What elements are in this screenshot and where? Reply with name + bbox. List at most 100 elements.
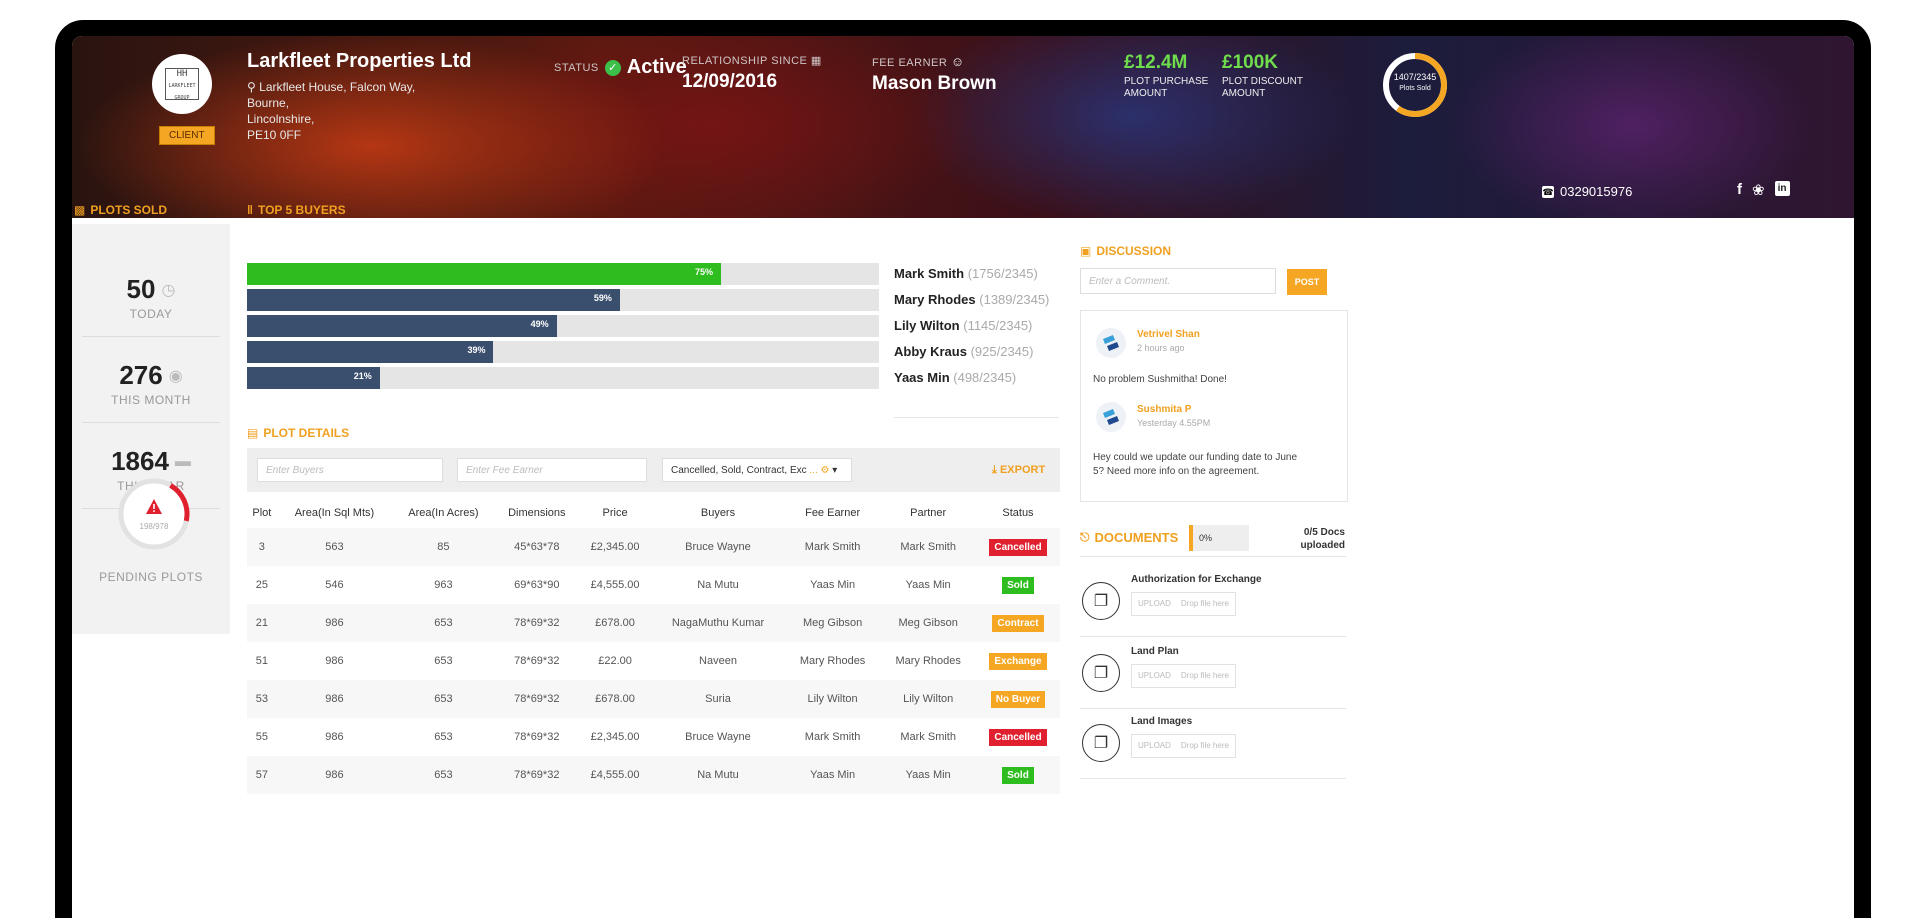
cell-buyer: Bruce Wayne	[685, 541, 751, 553]
calendar-icon: ▦	[810, 55, 822, 67]
status-badge: Sold	[1002, 766, 1034, 784]
linkedin-icon[interactable]: in	[1774, 181, 1790, 196]
table-row[interactable]: 21 986 653 78*69*32 £678.00 NagaMuthu Kumar Me…	[247, 604, 1060, 642]
fee-earner-label: FEE EARNER	[872, 57, 948, 69]
buyer-name[interactable]: Mark Smith (1756/2345)	[894, 266, 1038, 281]
plot-discount-value: £100K	[1222, 52, 1278, 73]
table-icon: ▤	[247, 426, 259, 440]
buyer-bar: 21%	[247, 367, 879, 389]
buyer-bar-percent: 39%	[467, 345, 486, 355]
message-time: Yesterday 4.55PM	[1137, 418, 1211, 428]
cell-dim: 78*69*32	[514, 655, 560, 667]
drop-file-zone[interactable]: Drop file here	[1181, 665, 1229, 687]
buyer-name[interactable]: Mary Rhodes (1389/2345)	[894, 292, 1049, 307]
column-header[interactable]: Dimensions	[495, 498, 579, 528]
table-row[interactable]: 3 563 85 45*63*78 £2,345.00 Bruce Wayne Mark S…	[247, 528, 1060, 566]
buyer-name[interactable]: Abby Kraus (925/2345)	[894, 344, 1033, 359]
column-header[interactable]: Plot	[247, 498, 277, 528]
cell-price: £22.00	[598, 655, 632, 667]
upload-button[interactable]: UPLOAD	[1138, 665, 1171, 687]
twitter-icon[interactable]: ❀	[1752, 181, 1765, 199]
export-label: EXPORT	[999, 464, 1046, 476]
folder-icon: ▬	[174, 452, 191, 470]
column-header[interactable]: Status	[976, 498, 1060, 528]
buyer-name-text: Abby Kraus	[894, 344, 967, 359]
plot-purchase-value: £12.4M	[1124, 52, 1188, 73]
document-upload-zone[interactable]: UPLOAD Drop file here	[1131, 664, 1236, 688]
cell-plot: 55	[255, 731, 268, 743]
buyer-name-text: Mary Rhodes	[894, 292, 976, 307]
export-button[interactable]: ⤓ EXPORT	[992, 464, 1045, 477]
check-icon: ✓	[604, 59, 621, 76]
column-header[interactable]: Fee Earner	[785, 498, 881, 528]
buyer-bar-percent: 75%	[695, 267, 714, 277]
stat-year-value: 1864	[111, 446, 169, 476]
status-badge: Sold	[1002, 576, 1034, 594]
company-address: ⚲ Larkfleet House, Falcon Way, Bourne, L…	[247, 79, 415, 143]
cell-dim: 78*69*32	[514, 731, 560, 743]
cell-partner: Mark Smith	[900, 541, 956, 553]
cell-plot: 57	[255, 769, 268, 781]
settings-icon: ... ⚙	[809, 465, 830, 476]
cell-sqm: 986	[325, 731, 344, 743]
document-upload-zone[interactable]: UPLOAD Drop file here	[1131, 734, 1236, 758]
drop-file-zone[interactable]: Drop file here	[1181, 593, 1229, 615]
divider	[1080, 556, 1346, 557]
table-row[interactable]: 25 546 963 69*63*90 £4,555.00 Na Mutu Yaas Min…	[247, 566, 1060, 604]
cell-fee: Meg Gibson	[802, 617, 863, 629]
cell-partner: Mary Rhodes	[895, 655, 961, 667]
column-header[interactable]: Buyers	[651, 498, 785, 528]
cell-fee: Mark Smith	[804, 731, 861, 743]
plots-sold-title: ▩ PLOTS SOLD	[74, 203, 167, 217]
column-header[interactable]: Area(In Sql Mts)	[277, 498, 392, 528]
status-badge: Contract	[992, 614, 1044, 632]
phone-number: 0329015976	[1560, 184, 1633, 199]
buyer-name-text: Lily Wilton	[894, 318, 960, 333]
facebook-icon[interactable]: f	[1737, 181, 1742, 199]
table-row[interactable]: 57 986 653 78*69*32 £4,555.00 Na Mutu Yaas Min…	[247, 756, 1060, 794]
comment-input[interactable]: Enter a Comment.	[1080, 268, 1276, 294]
buyer-count: (1389/2345)	[979, 292, 1050, 307]
cell-acres: 653	[434, 655, 453, 667]
status-block: STATUS ✓ Active	[554, 56, 687, 79]
message-author[interactable]: Sushmita P	[1137, 404, 1191, 415]
cell-status: Sold	[976, 756, 1060, 794]
status-value: Active	[626, 56, 687, 78]
phone-contact[interactable]: ☎ 0329015976	[1542, 184, 1632, 199]
buyer-name[interactable]: Yaas Min (498/2345)	[894, 370, 1016, 385]
message-line: 5? Need more info on the agreement.	[1093, 466, 1260, 477]
buyer-name[interactable]: Lily Wilton (1145/2345)	[894, 318, 1032, 333]
cell-plot: 51	[255, 655, 268, 667]
buyer-bar-fill	[247, 341, 494, 363]
cell-buyer: Suria	[705, 693, 731, 705]
cell-partner: Yaas Min	[905, 579, 951, 591]
upload-button[interactable]: UPLOAD	[1138, 735, 1171, 757]
cell-dim: 69*63*90	[514, 579, 560, 591]
buyers-filter-input[interactable]: Enter Buyers	[257, 458, 443, 482]
cell-sqm: 986	[325, 617, 344, 629]
column-header[interactable]: Area(In Acres)	[392, 498, 494, 528]
stat-month-label: THIS MONTH	[111, 393, 191, 407]
logo-subtext: LARKFLEET GROUP	[168, 83, 196, 101]
plots-sold-title-text: PLOTS SOLD	[90, 203, 168, 217]
table-row[interactable]: 51 986 653 78*69*32 £22.00 Naveen Mary Rhodes M…	[247, 642, 1060, 680]
status-filter-select[interactable]: Cancelled, Sold, Contract, Exc ... ⚙ ▾	[662, 458, 852, 482]
plot-purchase-label: AMOUNT	[1124, 88, 1168, 99]
plot-purchase-amount: £12.4M PLOT PURCHASE AMOUNT	[1124, 52, 1208, 100]
cell-sqm: 546	[325, 579, 344, 591]
pending-plots-label: PENDING PLOTS	[99, 570, 203, 584]
message-author[interactable]: Vetrivel Shan	[1137, 329, 1200, 340]
column-header[interactable]: Partner	[880, 498, 976, 528]
cell-fee: Yaas Min	[810, 769, 856, 781]
table-row[interactable]: 55 986 653 78*69*32 £2,345.00 Bruce Wayne Mark…	[247, 718, 1060, 756]
document-upload-zone[interactable]: UPLOAD Drop file here	[1131, 592, 1236, 616]
cell-sqm: 986	[325, 655, 344, 667]
fee-earner-filter-input[interactable]: Enter Fee Earner	[457, 458, 647, 482]
divider	[82, 336, 220, 337]
upload-button[interactable]: UPLOAD	[1138, 593, 1171, 615]
table-row[interactable]: 53 986 653 78*69*32 £678.00 Suria Lily Wilton L…	[247, 680, 1060, 718]
drop-file-zone[interactable]: Drop file here	[1181, 735, 1229, 757]
post-button[interactable]: POST	[1287, 269, 1327, 295]
cell-plot: 25	[255, 579, 268, 591]
column-header[interactable]: Price	[579, 498, 651, 528]
